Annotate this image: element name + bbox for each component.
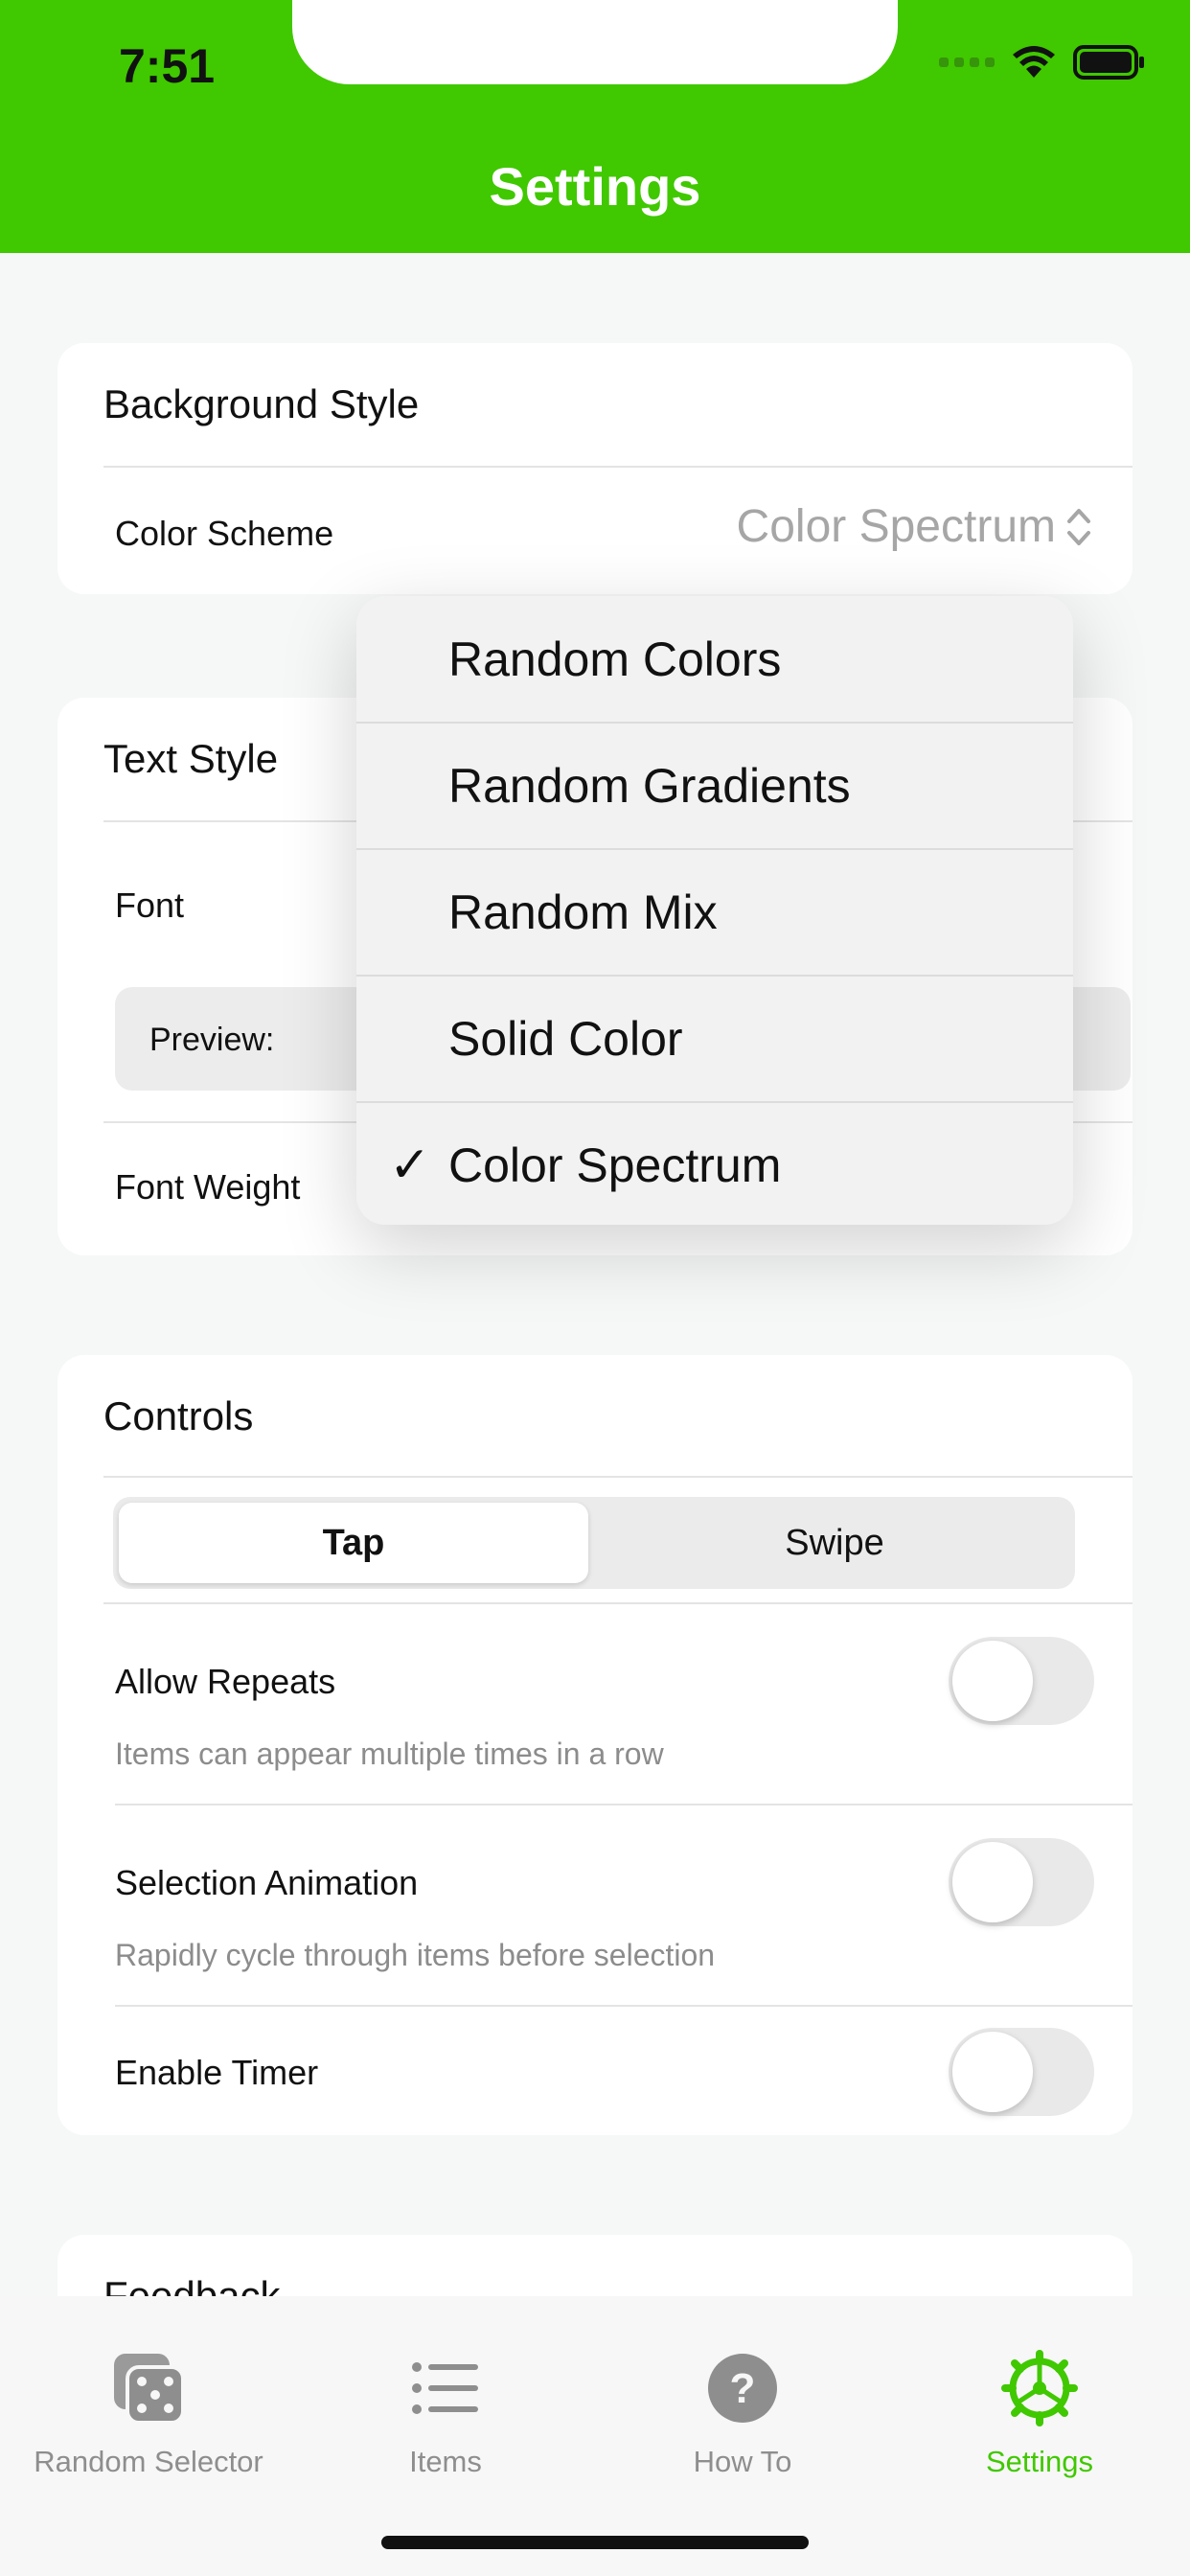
enable-timer-label: Enable Timer xyxy=(115,2053,319,2092)
chevron-up-down-icon xyxy=(1067,508,1090,545)
controls-card: Controls Tap Swipe Allow Repeats Items c… xyxy=(57,1355,1133,2135)
divider xyxy=(103,466,1133,468)
tab-items[interactable]: Items xyxy=(297,2350,594,2479)
status-icons xyxy=(939,44,1146,80)
font-weight-label: Font Weight xyxy=(115,1167,301,1207)
tab-label: Items xyxy=(409,2445,482,2478)
tab-bar: Random Selector Items ? How To Settings xyxy=(0,2296,1190,2576)
tab-label: Settings xyxy=(985,2445,1093,2478)
page-title: Settings xyxy=(489,156,701,217)
dice-icon xyxy=(114,2354,185,2425)
tab-label: Random Selector xyxy=(34,2445,263,2478)
tab-random-selector[interactable]: Random Selector xyxy=(0,2350,297,2479)
allow-repeats-toggle[interactable] xyxy=(949,1637,1094,1725)
list-icon xyxy=(412,2362,478,2414)
battery-icon xyxy=(1073,45,1144,80)
tab-settings[interactable]: Settings xyxy=(891,2350,1188,2479)
status-time: 7:51 xyxy=(119,39,216,93)
menu-item-solid-color[interactable]: Solid Color xyxy=(356,976,1073,1102)
checkmark-icon: ✓ xyxy=(389,1138,431,1193)
device-notch xyxy=(292,0,898,84)
color-scheme-menu: Random Colors Random Gradients Random Mi… xyxy=(356,596,1073,1225)
preview-label: Preview: xyxy=(149,1022,275,1058)
segment-tap[interactable]: Tap xyxy=(119,1503,588,1583)
divider xyxy=(115,2005,1133,2007)
allow-repeats-label: Allow Repeats xyxy=(115,1662,336,1701)
color-scheme-picker[interactable]: Color Spectrum xyxy=(737,500,1092,553)
enable-timer-toggle[interactable] xyxy=(949,2028,1094,2116)
home-indicator xyxy=(381,2536,809,2549)
wifi-icon xyxy=(1013,46,1055,78)
menu-item-random-colors[interactable]: Random Colors xyxy=(356,596,1073,723)
selection-animation-toggle[interactable] xyxy=(949,1838,1094,1926)
divider xyxy=(103,1602,1133,1604)
cellular-signal-icon xyxy=(939,58,995,67)
tab-how-to[interactable]: ? How To xyxy=(594,2350,891,2479)
selection-animation-caption: Rapidly cycle through items before selec… xyxy=(115,1938,716,1972)
color-scheme-label: Color Scheme xyxy=(115,514,334,553)
input-mode-segmented-control[interactable]: Tap Swipe xyxy=(113,1497,1075,1589)
menu-item-random-mix[interactable]: Random Mix xyxy=(356,849,1073,976)
tab-label: How To xyxy=(693,2445,792,2478)
menu-item-color-spectrum[interactable]: ✓ Color Spectrum xyxy=(356,1102,1073,1225)
font-label: Font xyxy=(115,886,185,925)
gear-icon xyxy=(1001,2350,1078,2426)
divider xyxy=(115,1804,1133,1806)
divider xyxy=(103,1476,1133,1478)
svg-text:?: ? xyxy=(730,2365,756,2412)
background-style-card: Background Style Color Scheme Color Spec… xyxy=(57,343,1133,594)
color-scheme-value: Color Spectrum xyxy=(736,501,1056,552)
segment-swipe[interactable]: Swipe xyxy=(600,1503,1069,1583)
navigation-header: 7:51 Settings xyxy=(0,0,1190,253)
menu-item-random-gradients[interactable]: Random Gradients xyxy=(356,723,1073,849)
selection-animation-label: Selection Animation xyxy=(115,1863,419,1902)
controls-title: Controls xyxy=(103,1393,254,1438)
text-style-title: Text Style xyxy=(103,736,279,781)
allow-repeats-caption: Items can appear multiple times in a row xyxy=(115,1736,664,1771)
background-style-title: Background Style xyxy=(103,381,420,426)
question-icon: ? xyxy=(708,2354,777,2423)
